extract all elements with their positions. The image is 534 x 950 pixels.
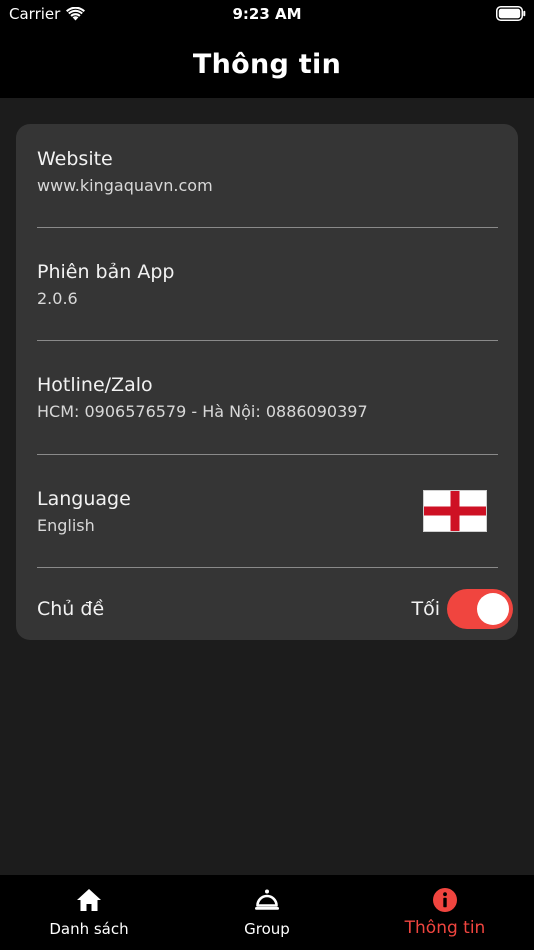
divider [37, 340, 498, 341]
battery-icon [496, 6, 526, 25]
toggle-knob [477, 593, 509, 625]
tab-label: Danh sách [49, 920, 129, 938]
theme-toggle[interactable] [447, 589, 513, 629]
service-bell-icon [255, 889, 279, 910]
england-flag-icon[interactable] [423, 490, 487, 532]
tab-danh-sach[interactable]: Danh sách [40, 875, 138, 950]
home-icon [77, 889, 101, 911]
tab-group[interactable]: Group [228, 875, 306, 950]
divider [37, 227, 498, 228]
theme-value: Tối [411, 598, 440, 620]
screen: Carrier 9:23 AM Thông tin Website www.ki… [0, 0, 534, 950]
app-version-label: Phiên bản App [37, 261, 175, 283]
tab-thong-tin[interactable]: Thông tin [392, 875, 498, 950]
divider [37, 567, 498, 568]
divider [37, 454, 498, 455]
app-version-row: Phiên bản App 2.0.6 [37, 260, 497, 310]
website-row[interactable]: Website www.kingaquavn.com [37, 147, 497, 197]
theme-label: Chủ đề [37, 598, 105, 620]
info-card: Website www.kingaquavn.com Phiên bản App… [16, 124, 518, 640]
page-title: Thông tin [192, 48, 342, 80]
website-label: Website [37, 148, 113, 170]
website-value[interactable]: www.kingaquavn.com [37, 175, 497, 197]
tab-bar: Danh sách Group Thông tin [0, 875, 534, 950]
hotline-row[interactable]: Hotline/Zalo HCM: 0906576579 - Hà Nội: 0… [37, 373, 497, 423]
status-time: 9:23 AM [232, 5, 302, 23]
hotline-value[interactable]: HCM: 0906576579 - Hà Nội: 0886090397 [37, 401, 497, 423]
app-version-value: 2.0.6 [37, 289, 78, 308]
hotline-label: Hotline/Zalo [37, 374, 153, 396]
info-icon [433, 888, 457, 912]
app-header: Thông tin [0, 30, 534, 98]
tab-label: Thông tin [404, 918, 486, 938]
tab-label: Group [244, 920, 290, 938]
status-bar: Carrier 9:23 AM [0, 0, 534, 30]
